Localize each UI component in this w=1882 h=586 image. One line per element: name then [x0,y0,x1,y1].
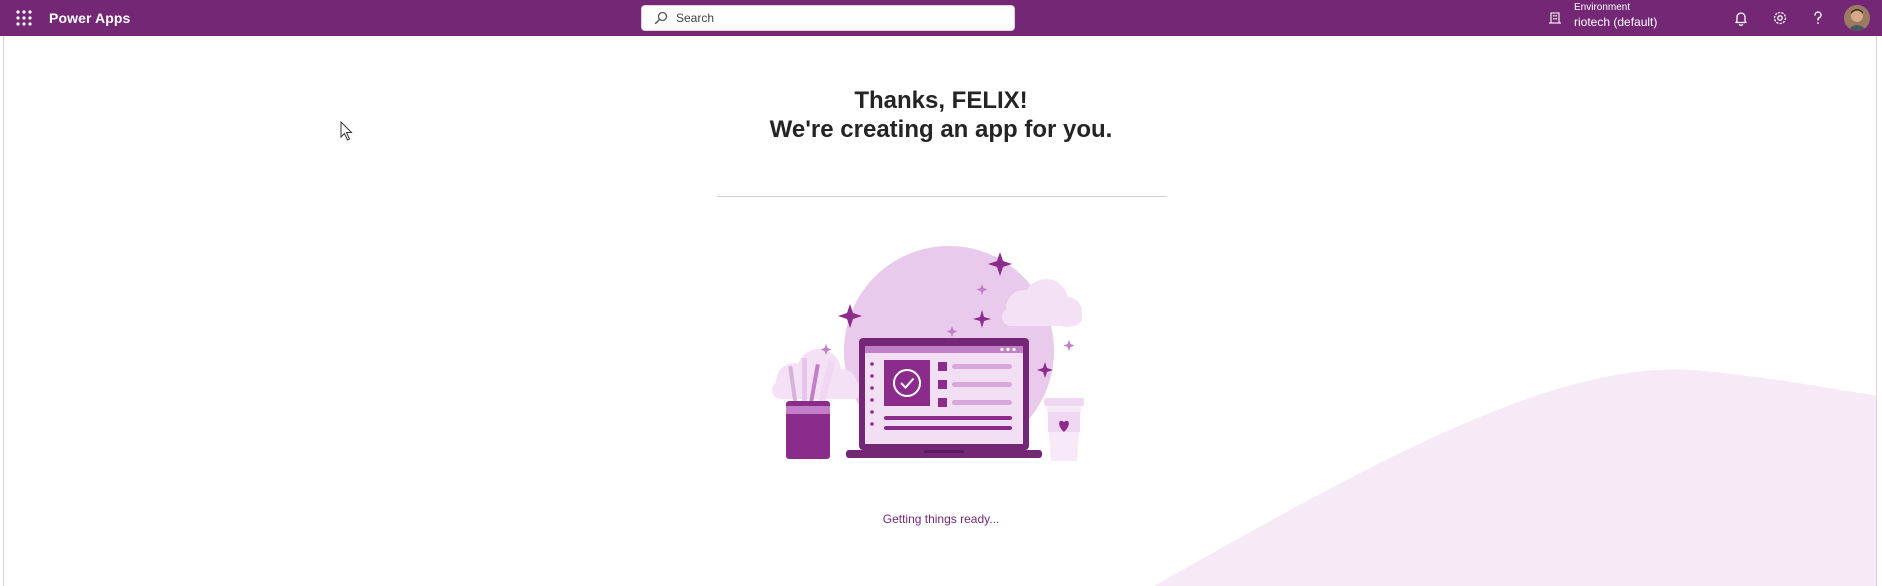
title-line-1: Thanks, FELIX! [854,87,1028,114]
avatar[interactable] [1844,5,1870,31]
app-launcher-icon[interactable] [14,8,34,28]
help-icon[interactable] [1808,8,1828,28]
search-icon [654,11,668,25]
search-box[interactable] [641,5,1015,31]
status-text: Getting things ready... [882,512,1000,526]
environment-icon [1549,12,1561,24]
app-name[interactable]: Power Apps [49,0,130,36]
environment-value: riotech (default) [1574,15,1658,29]
bell-icon[interactable] [1731,8,1751,28]
top-bar: Power Apps Environment riotech (default) [0,0,1882,36]
main-content: Thanks, FELIX! We're creating an app for… [3,36,1877,586]
title-line-2: We're creating an app for you. [769,116,1113,143]
creating-app-illustration [772,246,1084,461]
page-title: Thanks, FELIX! We're creating an app for… [4,86,1876,144]
progress-divider [717,196,1167,197]
gear-icon[interactable] [1770,8,1790,28]
search-input[interactable] [676,6,1006,30]
environment-label: Environment [1574,2,1631,13]
mouse-cursor [340,121,353,141]
